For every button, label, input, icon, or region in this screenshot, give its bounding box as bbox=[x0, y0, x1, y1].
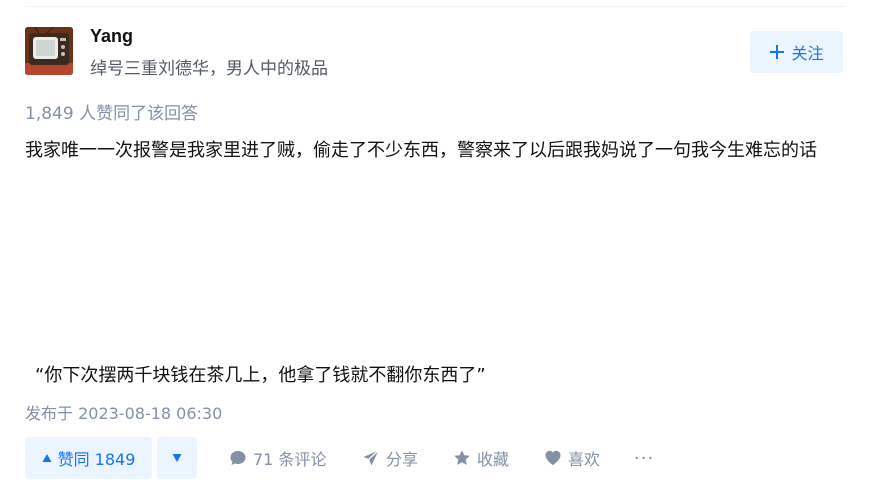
author-bio: 绰号三重刘德华，男人中的极品 bbox=[90, 59, 328, 79]
share-button[interactable]: 分享 bbox=[362, 437, 418, 479]
comment-label: 71 条评论 bbox=[253, 450, 327, 469]
triangle-up-icon bbox=[42, 454, 52, 462]
vote-up-label: 赞同 1849 bbox=[57, 450, 136, 469]
author-name[interactable]: Yang bbox=[90, 26, 133, 47]
collect-label: 收藏 bbox=[477, 450, 510, 469]
heart-icon bbox=[545, 450, 561, 465]
vote-summary[interactable]: 1,849 人赞同了该回答 bbox=[25, 99, 198, 124]
publish-time[interactable]: 发布于 2023-08-18 06:30 bbox=[25, 400, 222, 424]
more-button[interactable]: ··· bbox=[634, 437, 654, 479]
plus-icon bbox=[770, 45, 785, 59]
collect-button[interactable]: 收藏 bbox=[453, 437, 509, 479]
vote-down-button[interactable] bbox=[157, 437, 197, 479]
answer-quote: “你下次摆两千块钱在茶几上，他拿了钱就不翻你东西了” bbox=[35, 365, 486, 386]
follow-label: 关注 bbox=[791, 44, 824, 63]
vote-up-button[interactable]: 赞同 1849 bbox=[25, 437, 152, 479]
paper-plane-icon bbox=[363, 450, 379, 466]
comment-icon bbox=[230, 451, 246, 465]
triangle-down-icon bbox=[172, 454, 182, 462]
star-icon bbox=[454, 450, 470, 465]
avatar[interactable] bbox=[25, 27, 73, 75]
share-label: 分享 bbox=[386, 450, 419, 469]
answer-card: Yang 绰号三重刘德华，男人中的极品 关注 1,849 人赞同了该回答 我家唯… bbox=[0, 0, 870, 483]
answer-paragraph: 我家唯一一次报警是我家里进了贼，偷走了不少东西，警察来了以后跟我妈说了一句我今生… bbox=[25, 140, 817, 161]
divider bbox=[25, 6, 845, 7]
like-button[interactable]: 喜欢 bbox=[544, 437, 600, 479]
comment-button[interactable]: 71 条评论 bbox=[229, 437, 326, 479]
tv-avatar-image bbox=[25, 27, 73, 75]
like-label: 喜欢 bbox=[568, 450, 601, 469]
ellipsis-icon: ··· bbox=[634, 447, 655, 469]
follow-button[interactable]: 关注 bbox=[750, 31, 843, 73]
